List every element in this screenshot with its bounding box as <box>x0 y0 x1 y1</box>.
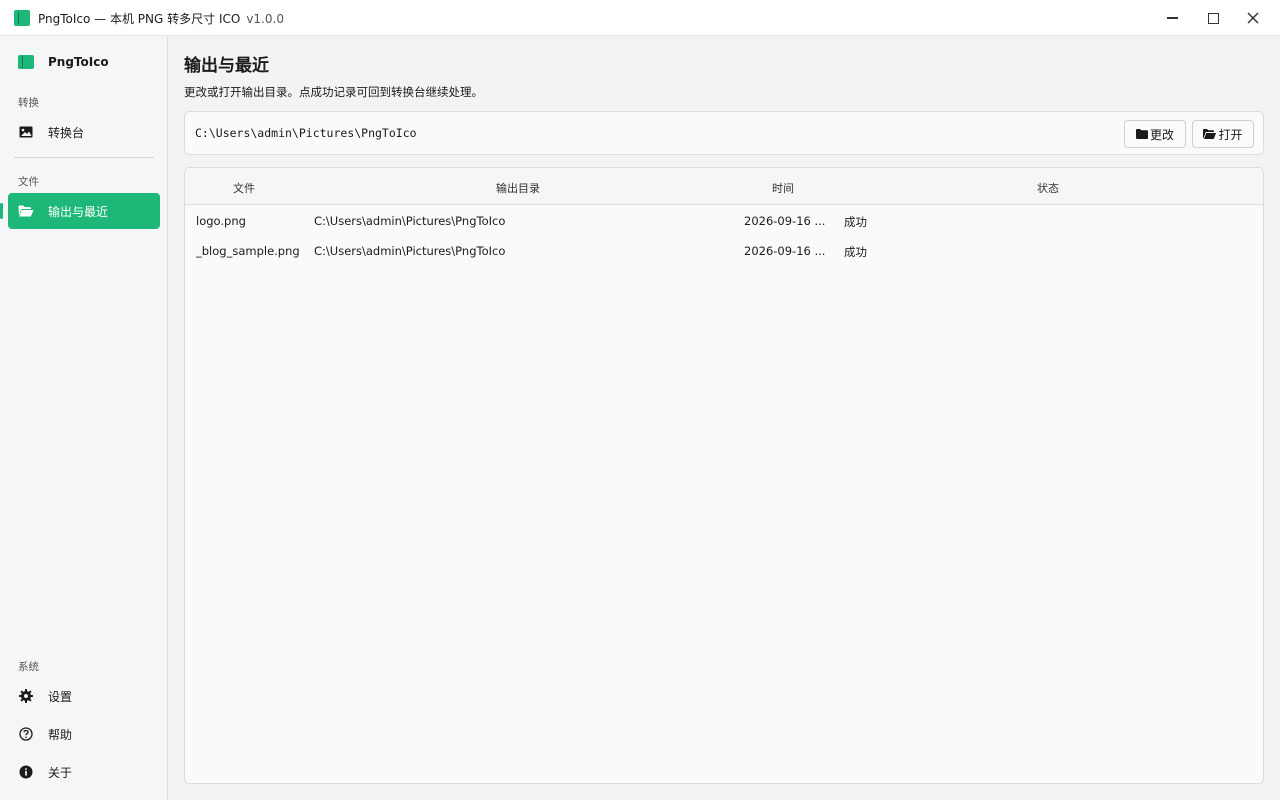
cell-file: logo.png <box>196 214 246 228</box>
close-icon <box>1247 12 1259 24</box>
cell-time: 2026-09-16 ... <box>744 214 826 228</box>
title-bar: PngToIco — 本机 PNG 转多尺寸 ICO v1.0.0 <box>0 0 1280 36</box>
app-logo-icon <box>14 10 30 26</box>
open-folder-button[interactable]: 打开 <box>1192 120 1254 148</box>
table-row[interactable]: logo.png C:\Users\admin\Pictures\PngToIc… <box>185 206 1263 236</box>
gear-icon <box>18 688 34 704</box>
folder-open-icon <box>1203 129 1217 139</box>
sidebar-item-label: 设置 <box>48 689 73 704</box>
minimize-icon <box>1166 17 1178 19</box>
window-title-text: PngToIco — 本机 PNG 转多尺寸 ICO <box>38 12 241 26</box>
cell-time: 2026-09-16 ... <box>744 244 826 258</box>
section-label-files: 文件 <box>18 176 39 188</box>
open-button-label: 打开 <box>1218 127 1243 142</box>
sidebar-divider <box>14 157 154 158</box>
sidebar-item-about[interactable]: 关于 <box>8 754 160 790</box>
recent-table: 文件 输出目录 时间 状态 logo.png C:\Users\admin\Pi… <box>184 167 1264 784</box>
cell-status: 成功 <box>844 215 867 229</box>
main-content: 输出与最近 更改或打开输出目录。点成功记录可回到转换台继续处理。 C:\User… <box>168 36 1280 800</box>
window-version: v1.0.0 <box>246 12 284 26</box>
cell-file: _blog_sample.png <box>196 244 300 258</box>
sidebar-item-label: 输出与最近 <box>48 204 109 219</box>
sidebar-item-settings[interactable]: 设置 <box>8 678 160 714</box>
maximize-button[interactable] <box>1193 0 1233 36</box>
column-header-file[interactable]: 文件 <box>233 180 255 196</box>
table-header: 文件 输出目录 时间 状态 <box>185 168 1263 205</box>
column-header-time[interactable]: 时间 <box>772 180 794 196</box>
sidebar-item-label: 转换台 <box>48 125 85 140</box>
sidebar-item-label: 关于 <box>48 765 73 780</box>
brand-name: PngToIco <box>48 55 109 69</box>
active-indicator <box>0 203 3 219</box>
cell-output-dir: C:\Users\admin\Pictures\PngToIco <box>314 214 506 228</box>
maximize-icon <box>1207 12 1219 24</box>
sidebar-item-workbench[interactable]: 转换台 <box>8 114 160 150</box>
section-label-system: 系统 <box>18 661 39 673</box>
cell-output-dir: C:\Users\admin\Pictures\PngToIco <box>314 244 506 258</box>
folder-icon <box>1135 129 1148 139</box>
sidebar: PngToIco 转换 转换台 文件 输出与最近 系统 设置 帮助 关于 <box>0 36 168 800</box>
brand-logo-icon <box>18 55 34 69</box>
sidebar-item-help[interactable]: 帮助 <box>8 716 160 752</box>
window-title: PngToIco — 本机 PNG 转多尺寸 ICO v1.0.0 <box>38 10 284 27</box>
info-icon <box>18 764 34 780</box>
output-path-card: C:\Users\admin\Pictures\PngToIco 更改 打开 <box>184 111 1264 155</box>
section-label-convert: 转换 <box>18 97 39 109</box>
brand: PngToIco <box>18 55 109 69</box>
minimize-button[interactable] <box>1152 0 1192 36</box>
image-icon <box>18 124 34 140</box>
cell-status: 成功 <box>844 245 867 259</box>
folder-open-icon <box>18 203 34 219</box>
close-button[interactable] <box>1233 0 1273 36</box>
output-path: C:\Users\admin\Pictures\PngToIco <box>195 126 417 140</box>
change-folder-button[interactable]: 更改 <box>1124 120 1186 148</box>
table-row[interactable]: _blog_sample.png C:\Users\admin\Pictures… <box>185 236 1263 266</box>
column-header-output-dir[interactable]: 输出目录 <box>496 180 540 196</box>
page-title: 输出与最近 <box>184 56 269 76</box>
change-button-label: 更改 <box>1149 127 1174 142</box>
column-header-status[interactable]: 状态 <box>1037 180 1059 196</box>
help-circle-icon <box>18 726 34 742</box>
sidebar-item-output-recent[interactable]: 输出与最近 <box>8 193 160 229</box>
page-description: 更改或打开输出目录。点成功记录可回到转换台继续处理。 <box>184 85 483 99</box>
sidebar-item-label: 帮助 <box>48 727 73 742</box>
